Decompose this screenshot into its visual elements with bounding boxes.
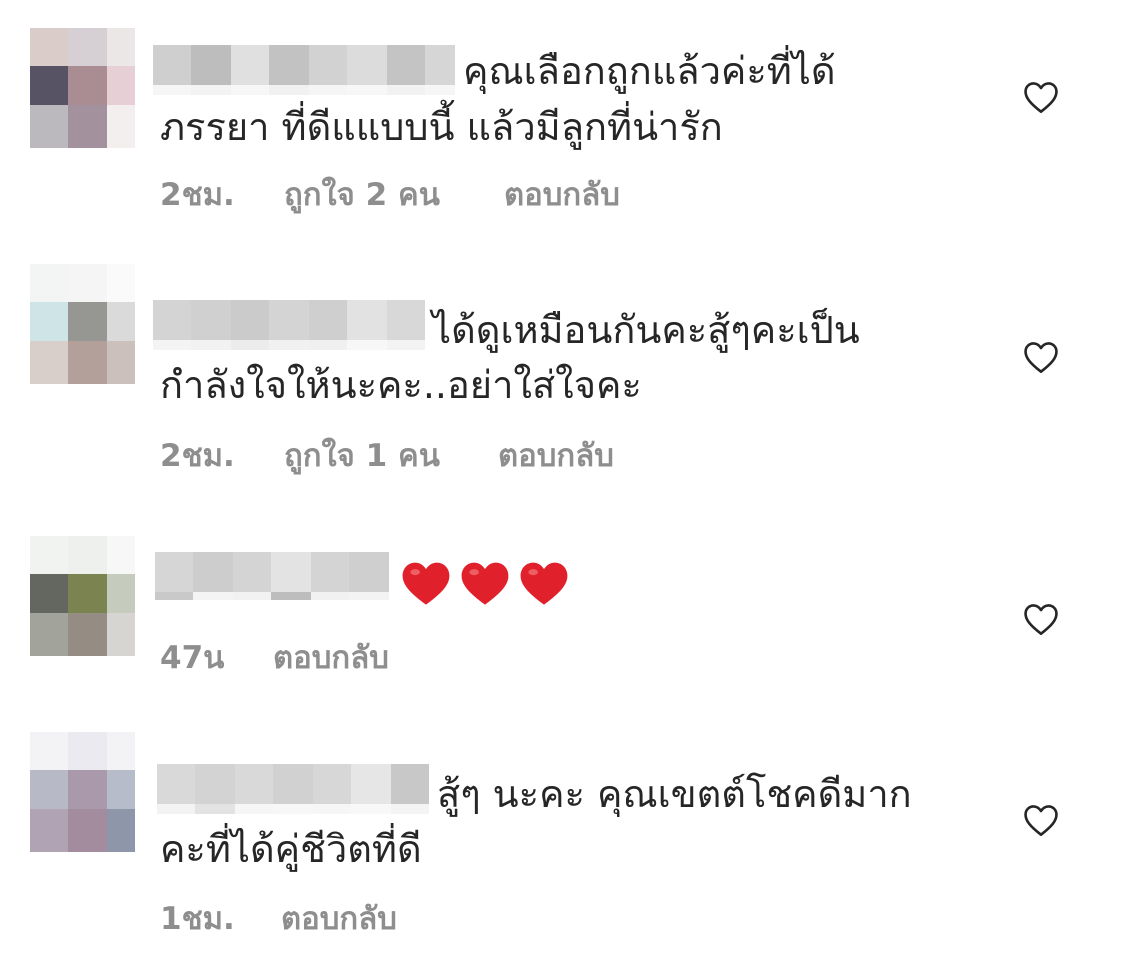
likes-count-link[interactable]: ถูกใจ 2 คน: [284, 175, 504, 215]
heart-outline-icon[interactable]: [1022, 602, 1060, 636]
heart-outline-icon[interactable]: [1022, 803, 1060, 837]
red-heart-emoji-icon: [520, 562, 568, 605]
reply-button[interactable]: ตอบกลับ: [273, 638, 389, 678]
username-blurred[interactable]: [155, 552, 389, 604]
red-heart-emoji-icon: [461, 562, 509, 605]
username-blurred[interactable]: [153, 300, 425, 352]
reply-button[interactable]: ตอบกลับ: [504, 175, 620, 215]
comment-text-line-1: ❤️❤️❤️: [400, 558, 577, 622]
comment-text-line-1: สู้ๆ นะคะ คุณเขตต์โชคดีมาก: [437, 772, 912, 816]
comment-timestamp: 2ชม.: [160, 438, 235, 474]
comment-meta: 2ชม. ถูกใจ 1 คน ตอบกลับ: [160, 436, 614, 476]
comment-timestamp: 47น: [160, 640, 225, 676]
username-blurred[interactable]: [157, 764, 429, 816]
username-blurred[interactable]: [153, 45, 455, 97]
comment-text-line-2: คะที่ได้คู่ชีวิตที่ดี: [160, 827, 422, 871]
comment-text-line-1: ได้ดูเหมือนกันคะสู้ๆคะเป็น: [432, 308, 860, 352]
comment-text-line-2: กำลังใจให้นะคะ..อย่าใส่ใจคะ: [160, 363, 642, 407]
avatar[interactable]: [30, 264, 135, 384]
heart-outline-icon[interactable]: [1022, 340, 1060, 374]
reply-button[interactable]: ตอบกลับ: [281, 899, 397, 939]
comment-timestamp: 1ชม.: [160, 901, 235, 937]
reply-button[interactable]: ตอบกลับ: [498, 436, 614, 476]
likes-count-link[interactable]: ถูกใจ 1 คน: [284, 436, 498, 476]
comment-meta: 2ชม. ถูกใจ 2 คน ตอบกลับ: [160, 175, 620, 215]
comment-meta: 47น ตอบกลับ: [160, 638, 389, 678]
comment-text-line-1: คุณเลือกถูกแล้วค่ะที่ได้: [463, 49, 836, 93]
avatar[interactable]: [30, 732, 135, 852]
avatar[interactable]: [30, 536, 135, 656]
comment-text-line-2: ภรรยา ที่ดีแแบบนี้ แล้วมีลูกที่น่ารัก: [160, 105, 723, 149]
comment-timestamp: 2ชม.: [160, 177, 235, 213]
avatar[interactable]: [30, 28, 135, 148]
comment-meta: 1ชม. ตอบกลับ: [160, 899, 397, 939]
red-heart-emoji-icon: [402, 562, 450, 605]
heart-outline-icon[interactable]: [1022, 80, 1060, 114]
